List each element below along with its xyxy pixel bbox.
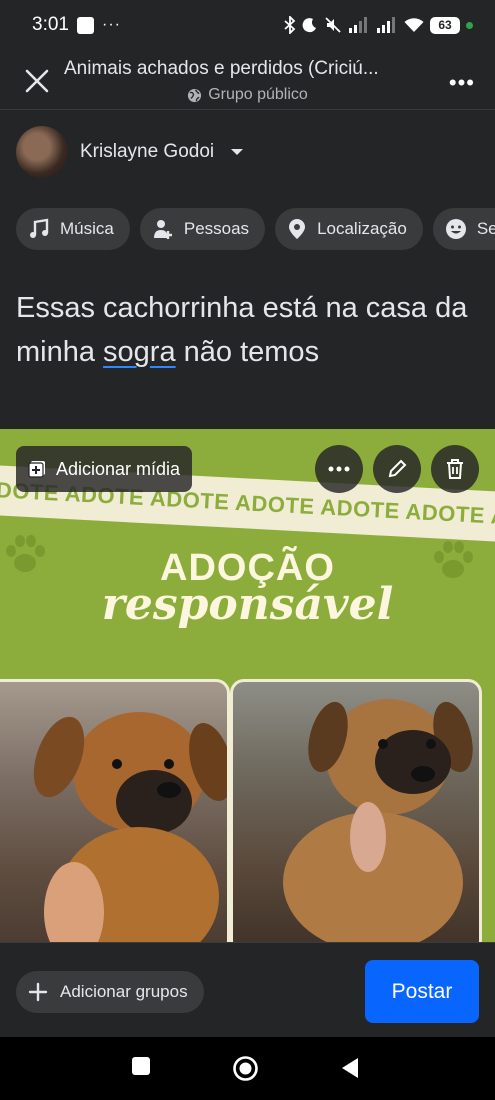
composer-footer: Adicionar grupos Postar bbox=[0, 942, 495, 1037]
puppy-illustration bbox=[33, 712, 227, 942]
post-text-part: não temos bbox=[175, 336, 320, 368]
chip-feeling[interactable]: Se bbox=[432, 208, 495, 250]
add-groups-label: Adicionar grupos bbox=[60, 982, 188, 1001]
post-text-input[interactable]: Essas cachorrinha está na casa da minha … bbox=[16, 286, 486, 374]
chip-people[interactable]: Pessoas bbox=[139, 208, 266, 250]
signal-icon-2 bbox=[377, 17, 395, 33]
muted-icon bbox=[325, 17, 341, 33]
back-icon[interactable] bbox=[341, 1057, 359, 1079]
attached-media[interactable]: DOTE ADOTE ADOTE ADOTE ADOTE ADOTE ADOT … bbox=[0, 429, 495, 942]
add-media-label: Adicionar mídia bbox=[56, 458, 181, 479]
location-icon bbox=[289, 219, 306, 239]
music-icon bbox=[30, 218, 49, 238]
delete-media-button[interactable] bbox=[431, 445, 479, 493]
wifi-icon bbox=[404, 18, 424, 32]
group-title: Animais achados e perdidos (Criciú... bbox=[64, 58, 379, 79]
recents-icon[interactable] bbox=[131, 1056, 151, 1076]
bluetooth-icon bbox=[284, 16, 296, 34]
chip-label: Localização bbox=[317, 219, 407, 238]
puppy-photo-1 bbox=[0, 679, 230, 942]
puppy-illustration bbox=[283, 699, 473, 942]
composer-chips: Música Pessoas Localização Se bbox=[16, 208, 495, 250]
chip-label: Se bbox=[476, 219, 495, 238]
chip-label: Música bbox=[60, 219, 114, 238]
home-icon[interactable] bbox=[232, 1055, 259, 1082]
avatar bbox=[16, 126, 68, 178]
post-button[interactable]: Postar bbox=[365, 960, 479, 1023]
add-photo-icon bbox=[28, 461, 45, 478]
more-horizontal-icon bbox=[328, 466, 350, 472]
add-groups-button[interactable]: Adicionar grupos bbox=[16, 971, 204, 1013]
battery-icon: 63 bbox=[430, 16, 460, 34]
author-selector[interactable]: Krislayne Godoi bbox=[16, 126, 244, 178]
system-nav-bar bbox=[0, 1037, 495, 1100]
spellcheck-word[interactable]: sogra bbox=[103, 336, 176, 368]
chevron-down-icon bbox=[231, 149, 244, 155]
media-headline-script: responsável bbox=[101, 579, 394, 630]
more-options-icon[interactable]: ••• bbox=[449, 70, 475, 96]
emoji-icon bbox=[445, 219, 466, 239]
moon-icon bbox=[302, 18, 316, 33]
chip-label: Pessoas bbox=[183, 219, 250, 238]
puppy-photo-2 bbox=[230, 679, 482, 942]
add-media-button[interactable]: Adicionar mídia bbox=[16, 446, 193, 492]
trash-icon bbox=[447, 459, 463, 479]
status-bar: 3:01 ··· 63 bbox=[0, 0, 495, 50]
globe-icon bbox=[188, 88, 202, 102]
privacy-dot-icon bbox=[466, 21, 473, 29]
people-icon bbox=[153, 220, 172, 239]
group-privacy-label: Grupo público bbox=[208, 86, 308, 103]
author-name: Krislayne Godoi bbox=[80, 141, 215, 162]
notification-icon bbox=[76, 16, 94, 34]
group-privacy: Grupo público bbox=[0, 86, 495, 104]
composer-header: Animais achados e perdidos (Criciú... Gr… bbox=[0, 50, 495, 110]
pencil-icon bbox=[388, 459, 407, 478]
media-more-button[interactable] bbox=[315, 445, 363, 493]
edit-media-button[interactable] bbox=[373, 445, 421, 493]
signal-icon bbox=[349, 17, 367, 33]
status-more-icon: ··· bbox=[101, 16, 121, 33]
chip-music[interactable]: Música bbox=[16, 208, 130, 250]
status-time: 3:01 bbox=[32, 14, 69, 35]
plus-icon bbox=[28, 982, 48, 1002]
chip-location[interactable]: Localização bbox=[275, 208, 423, 250]
